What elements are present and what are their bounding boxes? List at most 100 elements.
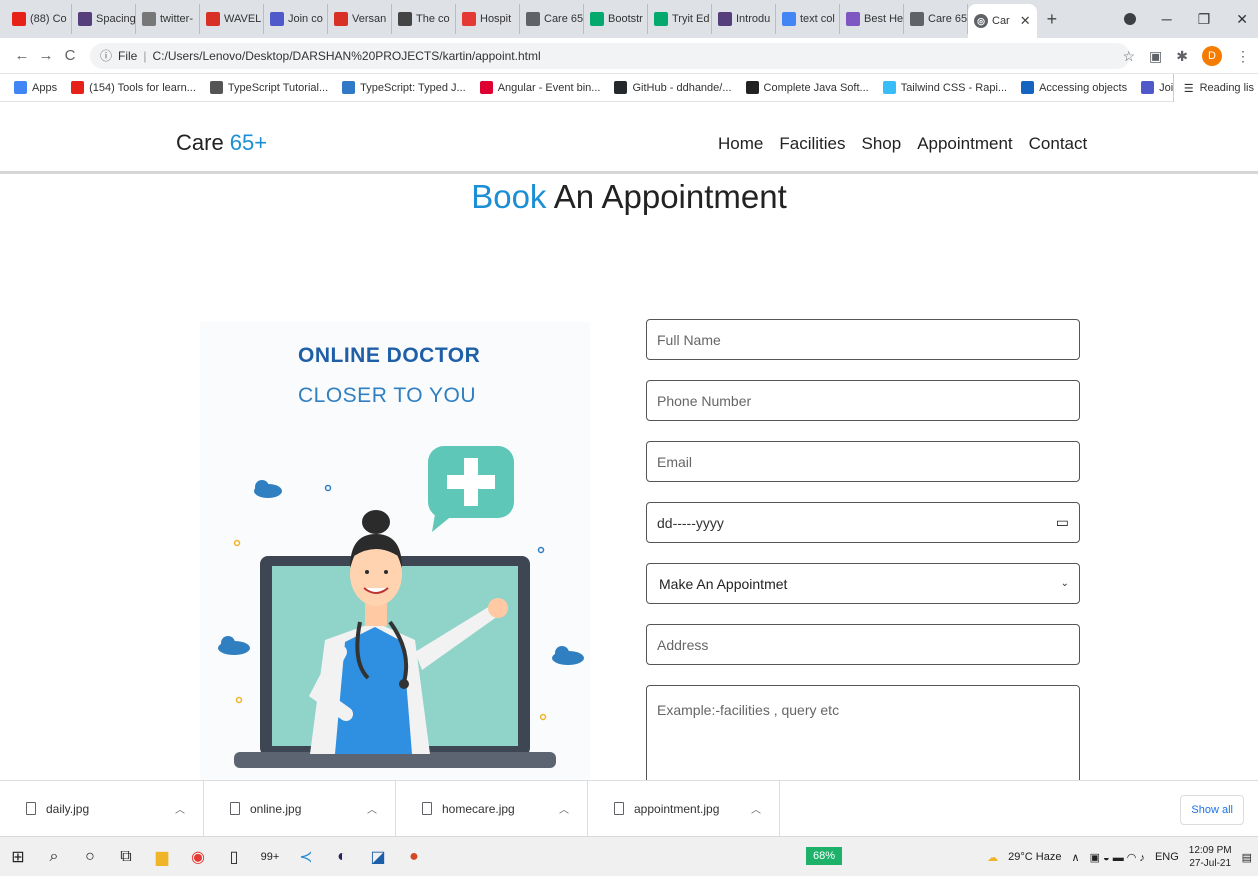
appointment-select[interactable]: Make An Appointmet ⌄ bbox=[646, 563, 1080, 604]
profile-icon[interactable] bbox=[1123, 13, 1136, 25]
tab-item[interactable]: Tryit Ed bbox=[648, 4, 712, 34]
nav-shop[interactable]: Shop bbox=[861, 134, 901, 154]
close-tab-icon[interactable]: ✕ bbox=[1020, 13, 1031, 29]
online-doctor-illustration: ONLINE DOCTOR CLOSER TO YOU bbox=[200, 322, 590, 780]
tab-item[interactable]: Introdu bbox=[712, 4, 776, 34]
tab-item[interactable]: Bootstr bbox=[584, 4, 648, 34]
new-tab-button[interactable]: + bbox=[1047, 9, 1058, 30]
cortana-icon[interactable]: ○ bbox=[72, 837, 108, 876]
email-input[interactable] bbox=[646, 441, 1080, 482]
notification-icon[interactable]: ▤ bbox=[1242, 851, 1252, 864]
download-item[interactable]: online.jpg ︿ bbox=[204, 780, 396, 837]
tab-item[interactable]: The co bbox=[392, 4, 456, 34]
chrome-icon[interactable]: ◉ bbox=[180, 837, 216, 876]
typescript-diamond-icon bbox=[209, 81, 223, 94]
phone-input[interactable] bbox=[646, 380, 1080, 421]
info-icon[interactable]: ⓘ bbox=[100, 47, 112, 64]
puzzle-icon[interactable]: ✱ bbox=[1176, 48, 1188, 65]
extension-icon[interactable]: ▣ bbox=[1149, 48, 1162, 65]
file-explorer-icon[interactable]: ▆ bbox=[144, 837, 180, 876]
nav-facilities[interactable]: Facilities bbox=[779, 134, 845, 154]
bookmark-label: (154) Tools for learn... bbox=[89, 81, 196, 94]
bookmark-item[interactable]: Tailwind CSS - Rapi... bbox=[882, 81, 1007, 94]
windows-start-icon[interactable]: ⊞ bbox=[0, 837, 36, 876]
bookmark-star-icon[interactable]: ☆ bbox=[1122, 48, 1135, 65]
notepad-icon[interactable]: ▯ bbox=[216, 837, 252, 876]
reload-button[interactable]: C bbox=[58, 47, 82, 64]
store-icon[interactable]: 99+ bbox=[252, 837, 288, 876]
doctor-laptop-graphic bbox=[218, 446, 584, 768]
bookmark-item[interactable]: (154) Tools for learn... bbox=[71, 81, 196, 94]
tab-item[interactable]: Versan bbox=[328, 4, 392, 34]
tab-item[interactable]: Spacing bbox=[72, 4, 136, 34]
tab-item[interactable]: WAVEL bbox=[200, 4, 264, 34]
tab-label: Introdu bbox=[736, 13, 771, 25]
nav-appointment[interactable]: Appointment bbox=[917, 134, 1012, 154]
date-input[interactable]: dd-----yyyy ▭ bbox=[646, 502, 1080, 543]
chevron-up-icon[interactable]: ︿ bbox=[751, 801, 761, 816]
tray-chevron-icon[interactable]: ∧ bbox=[1072, 851, 1080, 864]
chevron-up-icon[interactable]: ︿ bbox=[367, 801, 377, 816]
tab-item[interactable]: Best He bbox=[840, 4, 904, 34]
language-label[interactable]: ENG bbox=[1155, 851, 1179, 863]
globe-icon bbox=[526, 12, 540, 26]
appointment-form: dd-----yyyy ▭ Make An Appointmet ⌄ bbox=[646, 319, 1080, 780]
tab-active[interactable]: ◎ Car ✕ bbox=[968, 4, 1037, 38]
download-item[interactable]: homecare.jpg ︿ bbox=[396, 780, 588, 837]
bookmark-item[interactable]: Angular - Event bin... bbox=[479, 81, 600, 94]
nav-home[interactable]: Home bbox=[718, 134, 763, 154]
task-view-icon[interactable]: ⧉ bbox=[108, 837, 144, 876]
reading-list-button[interactable]: ☰ Reading lis bbox=[1172, 74, 1258, 102]
tab-label: Best He bbox=[864, 13, 904, 25]
address-input-field[interactable] bbox=[646, 624, 1080, 665]
tab-item[interactable]: text col bbox=[776, 4, 840, 34]
full-name-input[interactable] bbox=[646, 319, 1080, 360]
apps-grid-icon bbox=[14, 81, 27, 94]
app-icon[interactable]: ◪ bbox=[360, 837, 396, 876]
bookmark-item[interactable]: Complete Java Soft... bbox=[745, 81, 869, 94]
bookmark-item[interactable]: GitHub - ddhande/... bbox=[614, 81, 732, 94]
tab-label: Hospit bbox=[480, 13, 512, 25]
tab-item[interactable]: Hospit bbox=[456, 4, 520, 34]
weather-label[interactable]: 29°C Haze bbox=[1008, 851, 1061, 863]
tab-item[interactable]: Care 65 bbox=[904, 4, 968, 34]
forward-button[interactable]: → bbox=[34, 47, 58, 64]
download-filename: online.jpg bbox=[250, 801, 302, 816]
search-icon[interactable]: ⌕ bbox=[36, 837, 72, 876]
tab-label: text col bbox=[800, 13, 835, 25]
tab-item[interactable]: Join co bbox=[264, 4, 328, 34]
minimize-button[interactable]: ─ bbox=[1162, 11, 1172, 27]
file-icon bbox=[26, 802, 36, 815]
clock-time: 12:09 PM bbox=[1188, 845, 1232, 856]
close-window-button[interactable]: ✕ bbox=[1236, 11, 1248, 28]
download-item[interactable]: appointment.jpg ︿ bbox=[588, 780, 780, 837]
bookmark-item[interactable]: TypeScript Tutorial... bbox=[209, 81, 328, 94]
address-input[interactable]: ⓘ File | C:/Users/Lenovo/Desktop/DARSHAN… bbox=[90, 42, 1130, 69]
chevron-up-icon[interactable]: ︿ bbox=[559, 801, 569, 816]
menu-icon[interactable]: ⋮ bbox=[1236, 48, 1250, 65]
bookmark-item[interactable]: TypeScript: Typed J... bbox=[342, 81, 466, 94]
site-logo[interactable]: Care 65+ bbox=[176, 130, 267, 156]
bookmark-label: GitHub - ddhande/... bbox=[632, 81, 732, 94]
message-textarea[interactable] bbox=[646, 685, 1080, 780]
clock[interactable]: 12:09 PM 27-Jul-21 bbox=[1189, 844, 1232, 870]
bookmark-item[interactable]: Apps bbox=[14, 81, 57, 94]
eclipse-icon[interactable]: ◐ bbox=[324, 837, 360, 876]
tab-item[interactable]: twitter- bbox=[136, 4, 200, 34]
show-all-button[interactable]: Show all bbox=[1180, 795, 1244, 825]
calendar-icon[interactable]: ▭ bbox=[1056, 514, 1069, 531]
download-item[interactable]: daily.jpg ︿ bbox=[0, 780, 204, 837]
tab-label: The co bbox=[416, 13, 450, 25]
nav-contact[interactable]: Contact bbox=[1029, 134, 1088, 154]
vscode-icon[interactable]: ≺ bbox=[288, 837, 324, 876]
download-filename: appointment.jpg bbox=[634, 801, 720, 816]
powerpoint-icon[interactable]: ● bbox=[396, 837, 432, 876]
tab-item[interactable]: (88) Co bbox=[6, 4, 72, 34]
avatar[interactable]: D bbox=[1202, 46, 1222, 66]
bookmark-item[interactable]: Accessing objects bbox=[1021, 81, 1127, 94]
tab-item[interactable]: Care 65 bbox=[520, 4, 584, 34]
tray-icons[interactable]: ▣ ◒ ▬ ◠ ♪ bbox=[1090, 851, 1145, 864]
chevron-up-icon[interactable]: ︿ bbox=[175, 801, 185, 816]
back-button[interactable]: ← bbox=[10, 47, 34, 64]
restore-button[interactable]: ❐ bbox=[1198, 11, 1211, 28]
